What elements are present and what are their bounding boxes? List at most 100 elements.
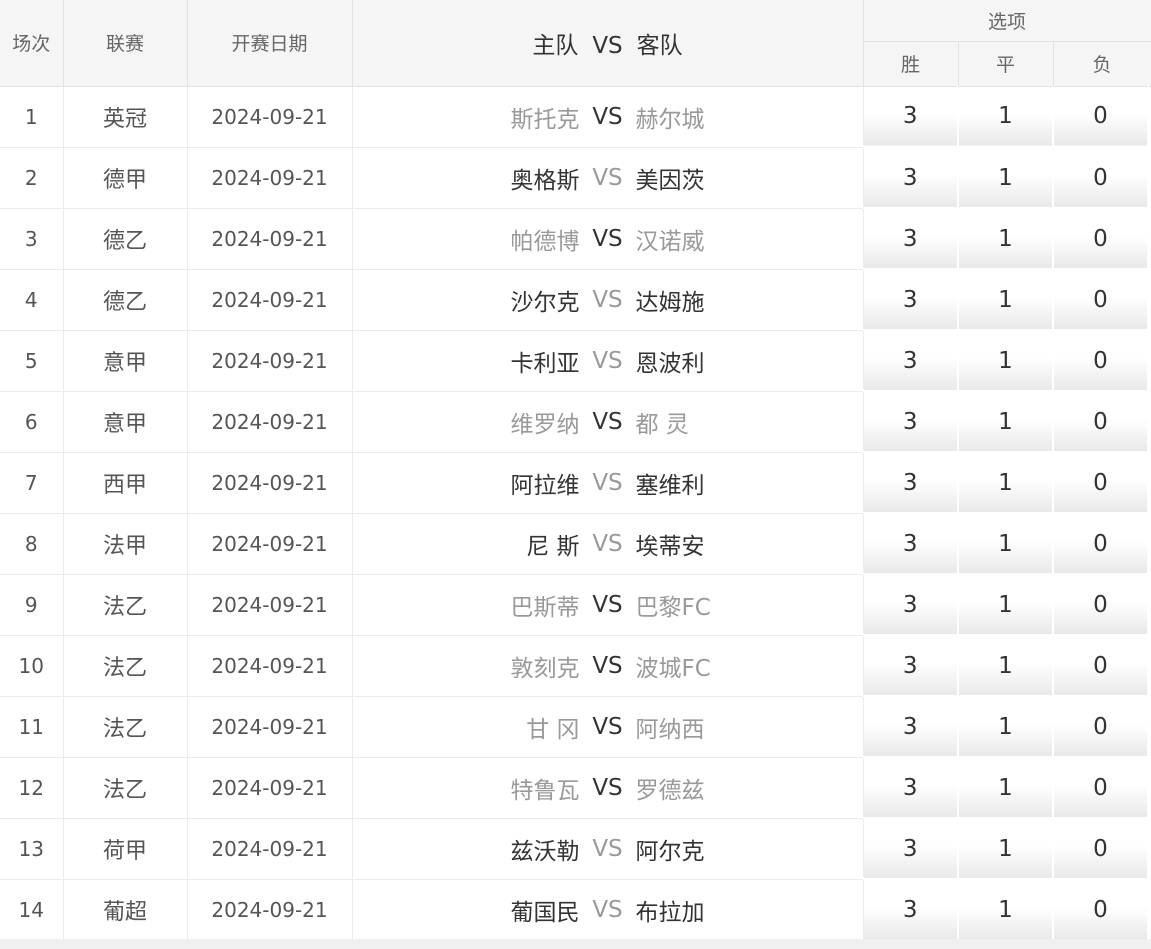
vs-label: VS [592,591,623,618]
vs-label: VS [592,225,623,252]
match-index: 11 [0,696,64,758]
option-lose-button[interactable]: 0 [1053,635,1149,697]
match-teams: 斯托克 VS 赫尔城 [352,86,864,148]
col-teams-header: 主队 VS 客队 [352,0,864,87]
league-name: 德甲 [63,147,188,209]
match-date: 2024-09-21 [187,818,353,880]
league-name: 法乙 [63,757,188,819]
option-lose-button[interactable]: 0 [1053,208,1149,270]
option-lose-button[interactable]: 0 [1053,86,1149,148]
option-win-button[interactable]: 3 [863,208,959,270]
option-lose-button[interactable]: 0 [1053,269,1149,331]
vs-label: VS [592,103,623,130]
league-name: 意甲 [63,330,188,392]
vs-label: VS [592,408,623,435]
col-date-header: 开赛日期 [187,0,353,87]
match-teams: 帕德博 VS 汉诺威 [352,208,864,270]
option-win-button[interactable]: 3 [863,269,959,331]
option-lose-button[interactable]: 0 [1053,391,1149,453]
option-win-button[interactable]: 3 [863,147,959,209]
option-lose-button[interactable]: 0 [1053,147,1149,209]
table-header: 场次 联赛 开赛日期 主队 VS 客队 选项 胜 平 负 [0,0,1151,87]
horizontal-scrollbar[interactable] [0,939,1151,949]
match-teams: 维罗纳 VS 都 灵 [352,391,864,453]
match-index: 6 [0,391,64,453]
league-name: 荷甲 [63,818,188,880]
option-lose-button[interactable]: 0 [1053,696,1149,758]
option-win-button[interactable]: 3 [863,330,959,392]
option-draw-button[interactable]: 1 [958,513,1054,575]
option-draw-button[interactable]: 1 [958,696,1054,758]
option-lose-button[interactable]: 0 [1053,330,1149,392]
option-draw-button[interactable]: 1 [958,147,1054,209]
match-index: 13 [0,818,64,880]
home-team: 维罗纳 [510,411,580,438]
option-win-button[interactable]: 3 [863,818,959,880]
home-team: 帕德博 [510,228,580,255]
option-win-button[interactable]: 3 [863,86,959,148]
option-win-button[interactable]: 3 [863,452,959,514]
option-draw-button[interactable]: 1 [958,330,1054,392]
match-date: 2024-09-21 [187,391,353,453]
option-win-button[interactable]: 3 [863,391,959,453]
match-teams: 兹沃勒 VS 阿尔克 [352,818,864,880]
vs-label: VS [592,652,623,679]
opt-win-header: 胜 [863,41,959,87]
away-team: 汉诺威 [635,228,705,255]
table-row: 11 法乙 2024-09-21 甘 冈 VS 阿纳西 3 1 0 [0,696,1151,758]
option-win-button[interactable]: 3 [863,757,959,819]
option-win-button[interactable]: 3 [863,696,959,758]
home-team: 兹沃勒 [510,838,580,865]
match-index: 5 [0,330,64,392]
table-row: 3 德乙 2024-09-21 帕德博 VS 汉诺威 3 1 0 [0,208,1151,270]
option-draw-button[interactable]: 1 [958,757,1054,819]
vs-label: VS [592,286,623,313]
option-win-button[interactable]: 3 [863,574,959,636]
option-draw-button[interactable]: 1 [958,452,1054,514]
away-team: 布拉加 [635,899,705,926]
option-win-button[interactable]: 3 [863,635,959,697]
home-team: 巴斯蒂 [510,594,580,621]
option-draw-button[interactable]: 1 [958,818,1054,880]
option-draw-button[interactable]: 1 [958,635,1054,697]
option-win-button[interactable]: 3 [863,879,959,941]
match-index: 8 [0,513,64,575]
home-team: 特鲁瓦 [510,777,580,804]
away-team: 阿纳西 [635,716,705,743]
match-index: 9 [0,574,64,636]
home-team: 阿拉维 [510,472,580,499]
match-index: 3 [0,208,64,270]
option-lose-button[interactable]: 0 [1053,879,1149,941]
option-draw-button[interactable]: 1 [958,391,1054,453]
away-team: 达姆施 [635,289,705,316]
option-draw-button[interactable]: 1 [958,574,1054,636]
league-name: 葡超 [63,879,188,941]
table-row: 1 英冠 2024-09-21 斯托克 VS 赫尔城 3 1 0 [0,86,1151,148]
table-row: 8 法甲 2024-09-21 尼 斯 VS 埃蒂安 3 1 0 [0,513,1151,575]
table-row: 2 德甲 2024-09-21 奥格斯 VS 美因茨 3 1 0 [0,147,1151,209]
option-draw-button[interactable]: 1 [958,208,1054,270]
option-win-button[interactable]: 3 [863,513,959,575]
option-lose-button[interactable]: 0 [1053,757,1149,819]
home-team: 尼 斯 [526,533,580,560]
col-options-header: 选项 [863,0,1151,42]
league-name: 德乙 [63,269,188,331]
home-team: 奥格斯 [510,167,580,194]
option-draw-button[interactable]: 1 [958,269,1054,331]
table-row: 6 意甲 2024-09-21 维罗纳 VS 都 灵 3 1 0 [0,391,1151,453]
vs-label: VS [592,164,623,191]
option-draw-button[interactable]: 1 [958,86,1054,148]
vs-label: VS [592,713,623,740]
match-teams: 沙尔克 VS 达姆施 [352,269,864,331]
match-teams: 奥格斯 VS 美因茨 [352,147,864,209]
option-lose-button[interactable]: 0 [1053,818,1149,880]
option-lose-button[interactable]: 0 [1053,452,1149,514]
table-row: 4 德乙 2024-09-21 沙尔克 VS 达姆施 3 1 0 [0,269,1151,331]
option-draw-button[interactable]: 1 [958,879,1054,941]
home-team: 沙尔克 [510,289,580,316]
option-lose-button[interactable]: 0 [1053,513,1149,575]
option-lose-button[interactable]: 0 [1053,574,1149,636]
home-team: 葡国民 [510,899,580,926]
league-name: 英冠 [63,86,188,148]
vs-label: VS [592,774,623,801]
